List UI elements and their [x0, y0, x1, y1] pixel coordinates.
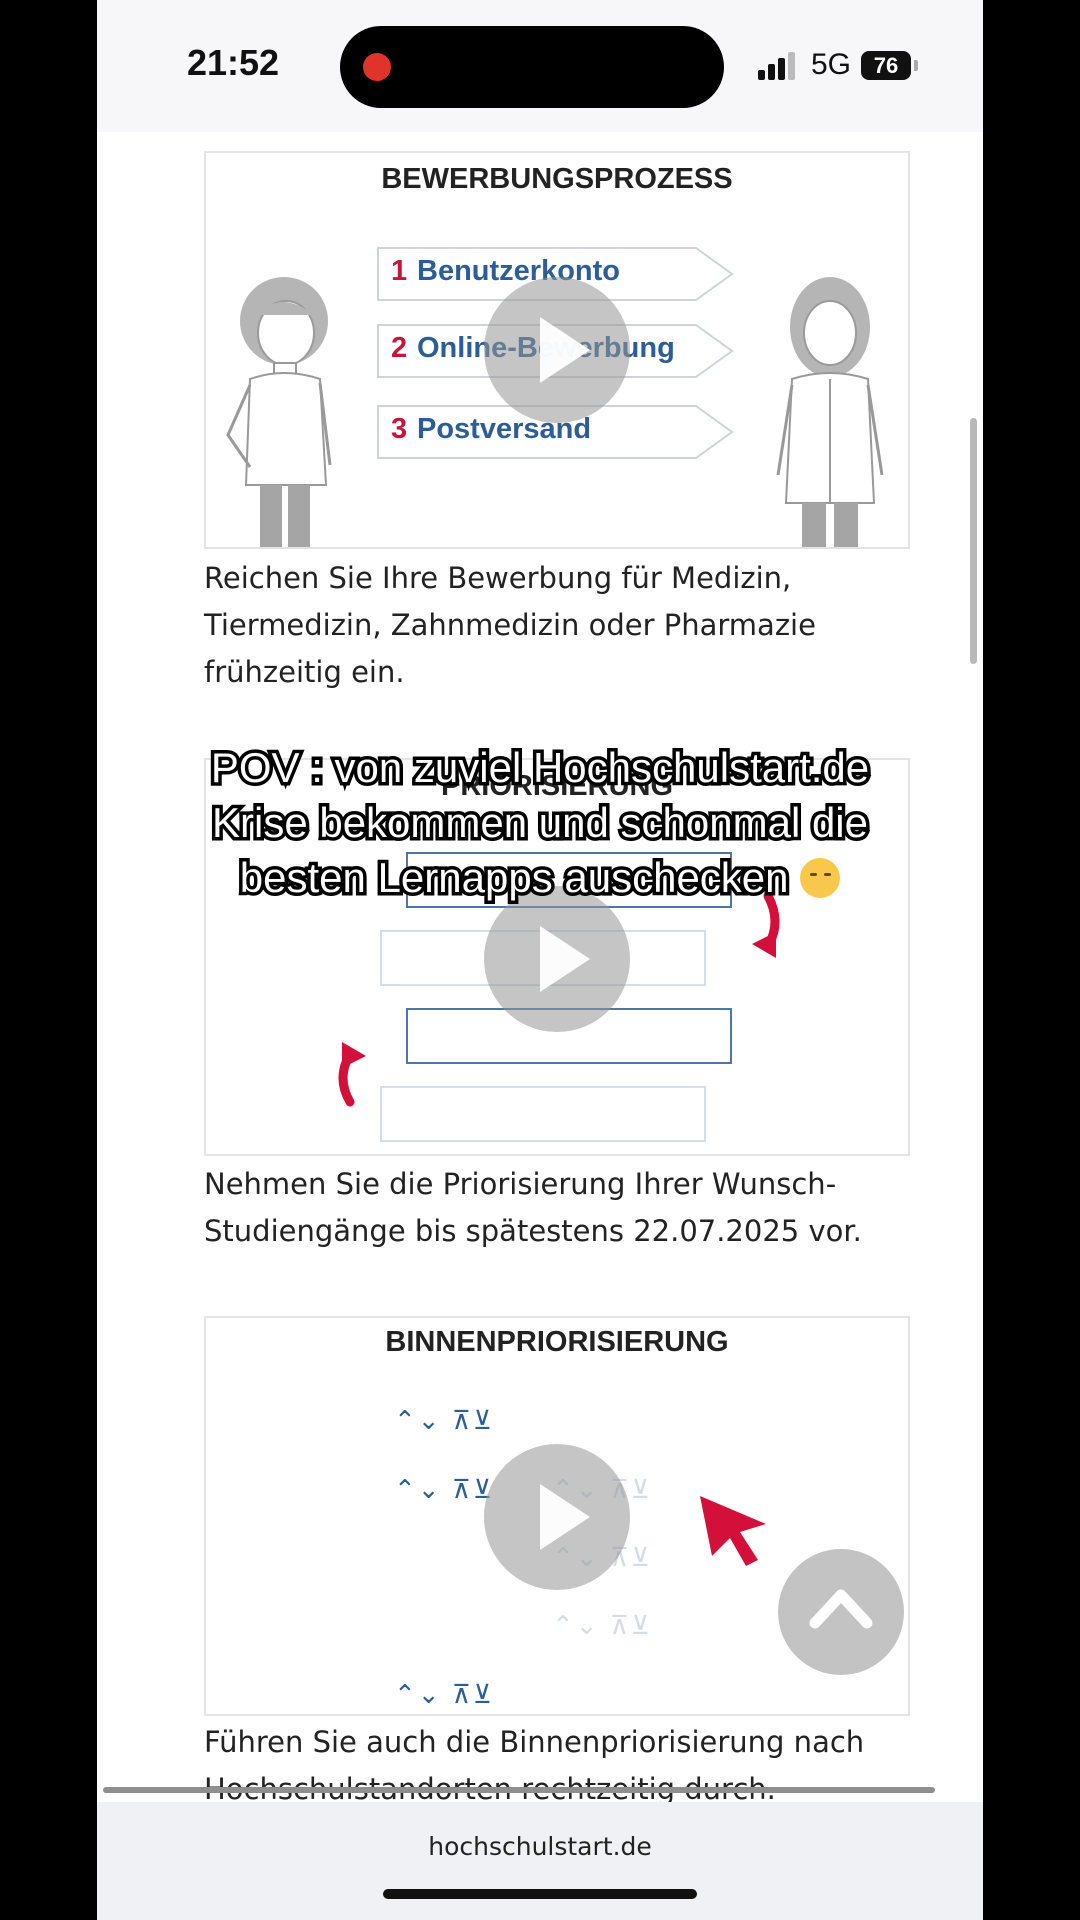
- recording-indicator-icon: [363, 53, 391, 81]
- cellular-signal-icon: [758, 52, 802, 80]
- battery-icon: 76: [861, 51, 911, 80]
- sort-arrows-icon: ⌃⌄ ⊼⊻: [394, 1475, 494, 1505]
- video-progress-bar[interactable]: [103, 1787, 935, 1793]
- video-overlay-caption: POV : von zuviel Hochschulstart.de Krise…: [97, 740, 983, 905]
- cursor-arrow-icon: [700, 1496, 766, 1566]
- play-button-icon[interactable]: [484, 1444, 630, 1590]
- page-scrollbar[interactable]: [970, 418, 977, 664]
- network-type: 5G: [811, 48, 852, 81]
- status-bar: 21:52 5G 76: [97, 0, 983, 132]
- caption-priorisierung: Nehmen Sie die Priorisierung Ihrer Wunsc…: [204, 1167, 862, 1248]
- sort-arrows-icon: ⌃⌄ ⊼⊻: [394, 1680, 494, 1710]
- sort-arrows-icon: ⌃⌄ ⊼⊻: [552, 1611, 652, 1641]
- man-illustration-icon: [776, 277, 884, 547]
- step-number: 1: [391, 255, 408, 287]
- step-label: Benutzerkonto: [417, 255, 620, 287]
- swap-arrow-up-icon: [338, 1042, 366, 1107]
- phone-screen: 21:52 5G 76 BEWERBUNGSPROZESS 1 Benutzer…: [97, 0, 983, 1920]
- woman-illustration-icon: [226, 277, 332, 547]
- caption-binnenpriorisierung: Führen Sie auch die Binnenpriorisierung …: [204, 1725, 865, 1806]
- overlay-line: Krise bekommen und schonmal die: [208, 796, 871, 850]
- step-number: 3: [391, 413, 408, 445]
- video-bewerbungsprozess[interactable]: BEWERBUNGSPROZESS 1 Benutzerkonto 2 3 Po…: [204, 151, 910, 549]
- battery-cap: [914, 60, 918, 71]
- play-button-icon[interactable]: [484, 277, 630, 423]
- caption-bewerbung: Reichen Sie Ihre Bewerbung für Medizin, …: [204, 561, 816, 689]
- browser-address-bar[interactable]: hochschulstart.de: [97, 1802, 983, 1920]
- dynamic-island: [340, 26, 724, 108]
- chevron-up-icon: [809, 1589, 873, 1629]
- overlay-line: POV : von zuviel Hochschulstart.de: [207, 741, 872, 795]
- step-number: 2: [391, 332, 408, 364]
- scroll-to-top-button[interactable]: [778, 1549, 904, 1675]
- sort-arrows-icon: ⌃⌄ ⊼⊻: [394, 1406, 494, 1436]
- exhausted-face-emoji-icon: [800, 858, 841, 898]
- url-text[interactable]: hochschulstart.de: [97, 1832, 983, 1861]
- clock: 21:52: [187, 42, 280, 83]
- home-indicator[interactable]: [383, 1889, 697, 1899]
- figure-title: BEWERBUNGSPROZESS: [381, 163, 733, 195]
- play-button-icon[interactable]: [484, 886, 630, 1032]
- priority-box: [380, 1086, 706, 1142]
- figure-title: BINNENPRIORISIERUNG: [385, 1326, 729, 1358]
- overlay-line: besten Lernapps auschecken: [236, 851, 792, 905]
